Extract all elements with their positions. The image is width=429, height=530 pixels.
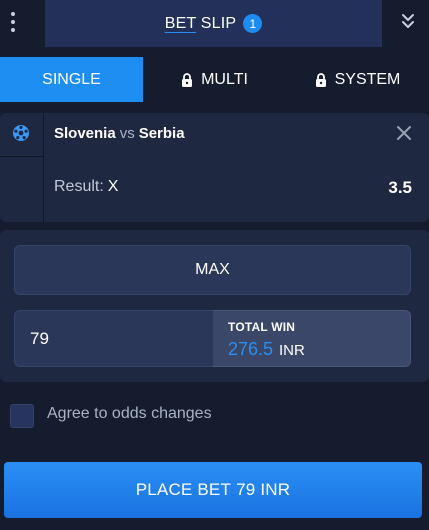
place-bet-amount: 79 (236, 480, 256, 499)
bet-slip-title: BET SLIP (164, 14, 237, 32)
tab-single[interactable]: SINGLE (0, 57, 143, 102)
bet-count-badge: 1 (243, 14, 263, 33)
agree-odds-label: Agree to odds changes (47, 405, 212, 422)
stake-input[interactable] (14, 310, 213, 367)
place-bet-label: PLACE BET (135, 480, 232, 499)
card-divider (0, 156, 43, 157)
tab-single-label: SINGLE (42, 70, 101, 88)
total-win-label: TOTAL WIN (228, 320, 296, 334)
tab-multi-label: MULTI (201, 70, 248, 88)
lock-icon (182, 72, 193, 87)
odds-value: 3.5 (388, 178, 412, 197)
total-win-amount: 276.5 (228, 339, 274, 359)
tab-system-label: SYSTEM (334, 70, 401, 88)
result-row: Result: X (54, 178, 118, 196)
bet-slip-header: BET SLIP 1 (0, 0, 429, 47)
football-icon (12, 124, 30, 142)
bet-slip-title-box[interactable]: BET SLIP 1 (45, 0, 382, 47)
bet-type-tabs: SINGLE MULTI SYSTEM (0, 57, 429, 102)
close-icon[interactable] (396, 125, 412, 141)
result-pick: X (107, 178, 119, 195)
home-team: Slovenia (54, 125, 116, 142)
chevrons-down-icon[interactable] (400, 12, 416, 30)
away-team: Serbia (138, 125, 185, 142)
place-bet-currency: INR (260, 480, 291, 499)
more-options-icon[interactable] (6, 10, 20, 36)
result-label: Result: (54, 178, 104, 195)
lock-icon (315, 72, 326, 87)
place-bet-button[interactable]: PLACE BET 79 INR (4, 462, 422, 518)
match-name: Slovenia vs Serbia (54, 125, 185, 142)
card-divider (43, 113, 44, 222)
tab-system[interactable]: SYSTEM (286, 57, 429, 102)
agree-odds-checkbox[interactable] (10, 404, 34, 428)
max-button[interactable]: MAX (14, 245, 411, 295)
tab-multi[interactable]: MULTI (143, 57, 286, 102)
total-win-currency: INR (279, 342, 305, 359)
total-win-box: TOTAL WIN 276.5 INR (213, 310, 411, 367)
versus-label: vs (119, 125, 135, 142)
